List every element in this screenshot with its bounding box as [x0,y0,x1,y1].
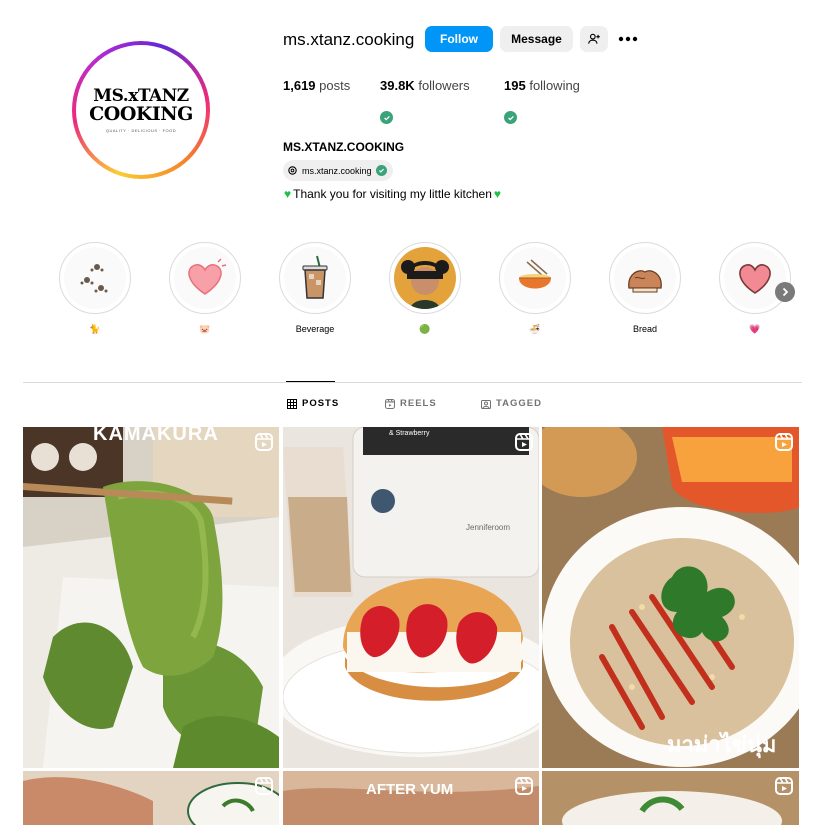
person-with-bear-hat-photo [394,247,456,309]
post-overlay-text: มาม่าไข่นุ่ม [667,732,777,757]
reel-icon [255,433,273,451]
post-image [542,771,799,825]
post-image [23,427,279,768]
highlight-label: 🟢 [419,324,431,334]
paw-prints-icon [64,247,126,309]
highlights-next-button[interactable] [775,282,795,302]
highlight-label: 🐈 [89,324,101,334]
reel-icon [775,777,793,795]
bread-icon [614,247,676,309]
chevron-right-icon [782,287,789,297]
highlight-5[interactable]: 🍜 [499,242,571,335]
iced-coffee-icon [284,247,346,309]
post-tile[interactable]: & Strawberry Jenniferoom [283,427,539,768]
profile-username: ms.xtanz.cooking [283,30,415,49]
post-image [542,427,799,768]
tagged-icon [481,399,491,409]
post-overlay-text: AFTER YUM [366,781,454,798]
verified-check-icon [375,165,387,176]
reel-icon [255,777,273,795]
tab-tagged[interactable]: TAGGED [481,398,542,409]
post-tile[interactable] [23,771,279,825]
follow-button[interactable]: Follow [425,26,493,52]
grid-icon [287,398,297,409]
green-heart-icon: ♥ [493,187,501,201]
post-overlay-text: KAMAKURA [93,427,219,445]
highlight-label: 🐷 [199,324,211,334]
following-link[interactable]: 195 following [504,78,580,93]
post-tile[interactable]: KAMAKURA [23,427,279,768]
verified-check-icon [380,111,393,124]
post-image [23,771,279,825]
ellipsis-icon [618,36,638,42]
posts-count: 1,619 posts [283,78,351,93]
highlight-label: 💗 [749,324,761,334]
highlight-1[interactable]: 🐈 [59,242,131,335]
reels-icon [385,398,395,409]
profile-avatar[interactable]: MS.xTANZ COOKING QUALITY · DELICIOUS · F… [72,41,210,179]
reel-icon [775,433,793,451]
tabs-divider [23,382,802,383]
add-person-icon [588,33,600,44]
profile-full-name: MS.XTANZ.COOKING [283,140,405,154]
post-image [283,771,539,825]
verified-check-icon [504,111,517,124]
green-heart-icon: ♥ [284,187,292,201]
highlight-2[interactable]: 🐷 [169,242,241,335]
more-options-button[interactable] [617,28,639,50]
highlight-4[interactable]: 🟢 [389,242,461,335]
post-overlay-text: & Strawberry [389,430,430,437]
highlight-3[interactable]: Beverage [279,242,351,335]
highlight-6[interactable]: Bread [609,242,681,335]
threads-badge[interactable]: ms.xtanz.cooking [283,160,393,181]
post-image [283,427,539,768]
tab-posts[interactable]: POSTS [287,398,339,409]
highlight-label: 🍜 [529,324,541,334]
post-tile[interactable]: มาม่าไข่นุ่ม [542,427,799,768]
followers-link[interactable]: 39.8K followers [380,78,470,93]
tab-reels[interactable]: REELS [385,398,437,409]
reel-icon [515,433,533,451]
heart-icon [724,247,786,309]
threads-icon [288,166,297,175]
highlight-label: Bread [632,324,658,334]
pink-heart-icon [174,247,236,309]
highlight-label: Beverage [295,324,335,334]
suggest-user-button[interactable] [580,26,608,52]
post-tile[interactable] [542,771,799,825]
post-brand-text: Jenniferoom [466,523,511,532]
brand-logo: MS.xTANZ COOKING QUALITY · DELICIOUS · F… [80,49,202,171]
active-tab-indicator [286,381,335,382]
post-tile[interactable]: AFTER YUM [283,771,539,825]
threads-handle: ms.xtanz.cooking [302,165,372,176]
message-button[interactable]: Message [500,26,573,52]
profile-bio: ♥ Thank you for visiting my little kitch… [284,187,501,201]
noodle-bowl-icon [504,247,566,309]
reel-icon [515,777,533,795]
